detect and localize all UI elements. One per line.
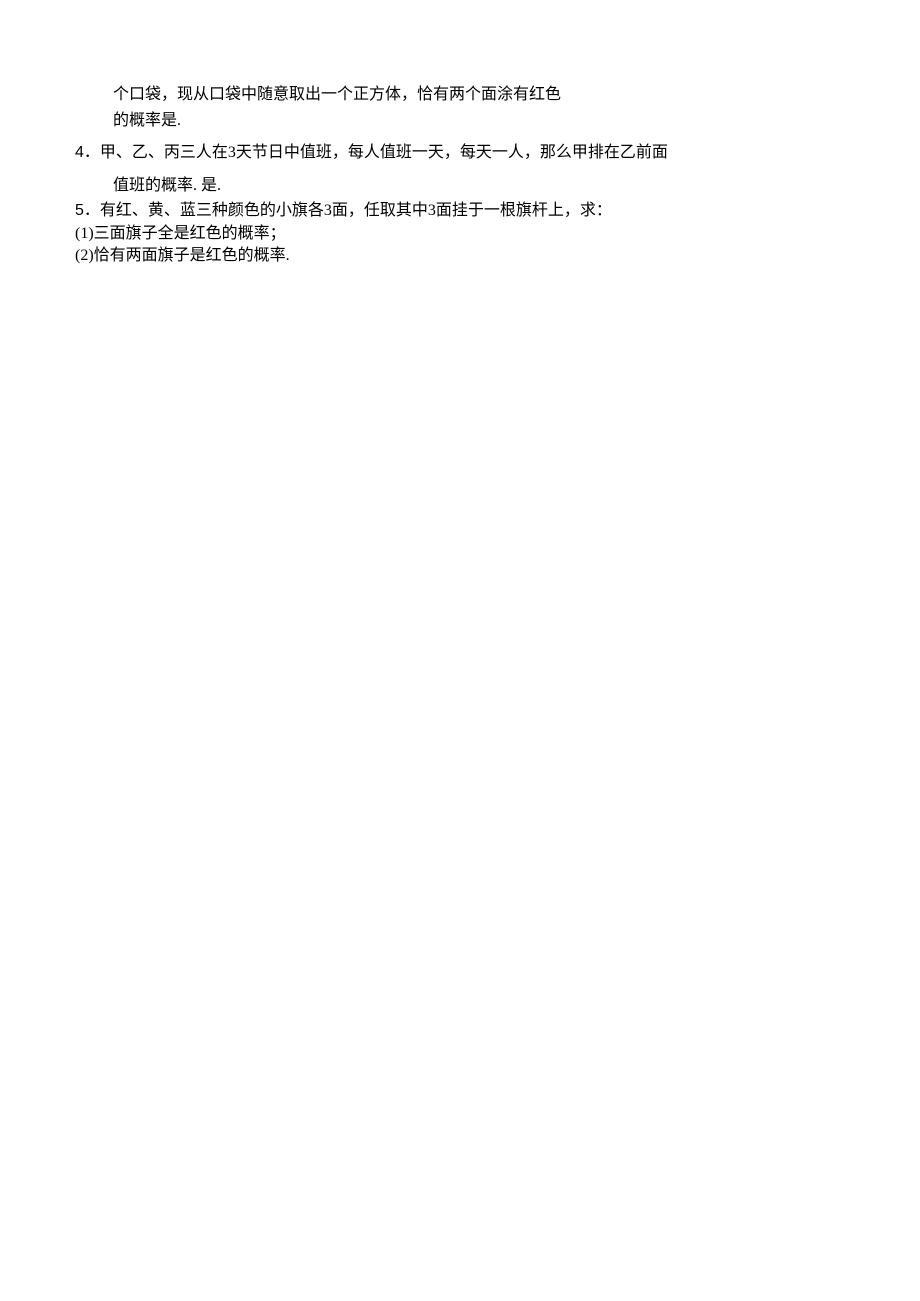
q5-sub2: (2)恰有两面旗子是红色的概率.	[75, 244, 290, 269]
document-page: 个口袋，现从口袋中随意取出一个正方体，恰有两个面涂有红色 的概率是. 4．甲、乙…	[0, 0, 920, 1301]
q5-sub1-label: (1)	[75, 225, 94, 242]
q4-line2: 值班的概率. 是.	[113, 174, 221, 199]
q5-line1: 5．有红、黄、蓝三种颜色的小旗各3面，任取其中3面挂于一根旗杆上，求：	[75, 199, 612, 224]
q5-sub2-text: 恰有两面旗子是红色的概率.	[94, 247, 290, 264]
q3-continuation-line2: 的概率是.	[113, 109, 181, 134]
q5-dot: ．	[84, 202, 100, 219]
q4-line1: 4．甲、乙、丙三人在3天节日中值班，每人值班一天，每天一人，那么甲排在乙前面	[75, 141, 668, 166]
q4-text: 甲、乙、丙三人在3天节日中值班，每人值班一天，每天一人，那么甲排在乙前面	[100, 144, 668, 161]
q5-number: 5	[75, 202, 84, 219]
q5-sub1-text: 三面旗子全是红色的概率；	[94, 225, 286, 242]
q4-dot: ．	[84, 144, 100, 161]
q5-text: 有红、黄、蓝三种颜色的小旗各3面，任取其中3面挂于一根旗杆上，求：	[100, 202, 612, 219]
q4-number: 4	[75, 144, 84, 161]
q3-continuation-line1: 个口袋，现从口袋中随意取出一个正方体，恰有两个面涂有红色	[113, 83, 561, 108]
q5-sub2-label: (2)	[75, 247, 94, 264]
